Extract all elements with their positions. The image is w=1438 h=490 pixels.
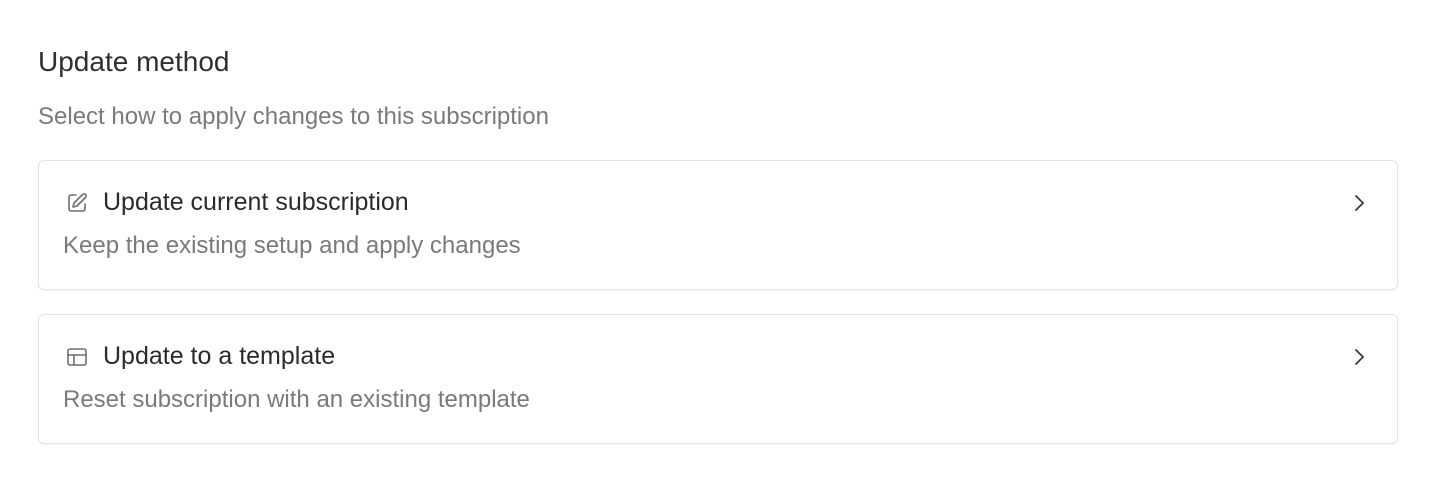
chevron-right-icon bbox=[1347, 191, 1371, 215]
option-title: Update to a template bbox=[103, 342, 336, 370]
option-update-current-subscription[interactable]: Update current subscription Keep the exi… bbox=[38, 160, 1398, 290]
chevron-right-icon bbox=[1347, 345, 1371, 369]
section-subtitle: Select how to apply changes to this subs… bbox=[38, 103, 549, 130]
template-layout-icon bbox=[65, 345, 89, 369]
option-description: Reset subscription with an existing temp… bbox=[63, 386, 530, 413]
option-title: Update current subscription bbox=[103, 188, 409, 216]
section-title: Update method bbox=[38, 46, 230, 77]
option-description: Keep the existing setup and apply change… bbox=[63, 232, 521, 259]
edit-icon bbox=[65, 191, 89, 215]
option-update-to-template[interactable]: Update to a template Reset subscription … bbox=[38, 314, 1398, 444]
